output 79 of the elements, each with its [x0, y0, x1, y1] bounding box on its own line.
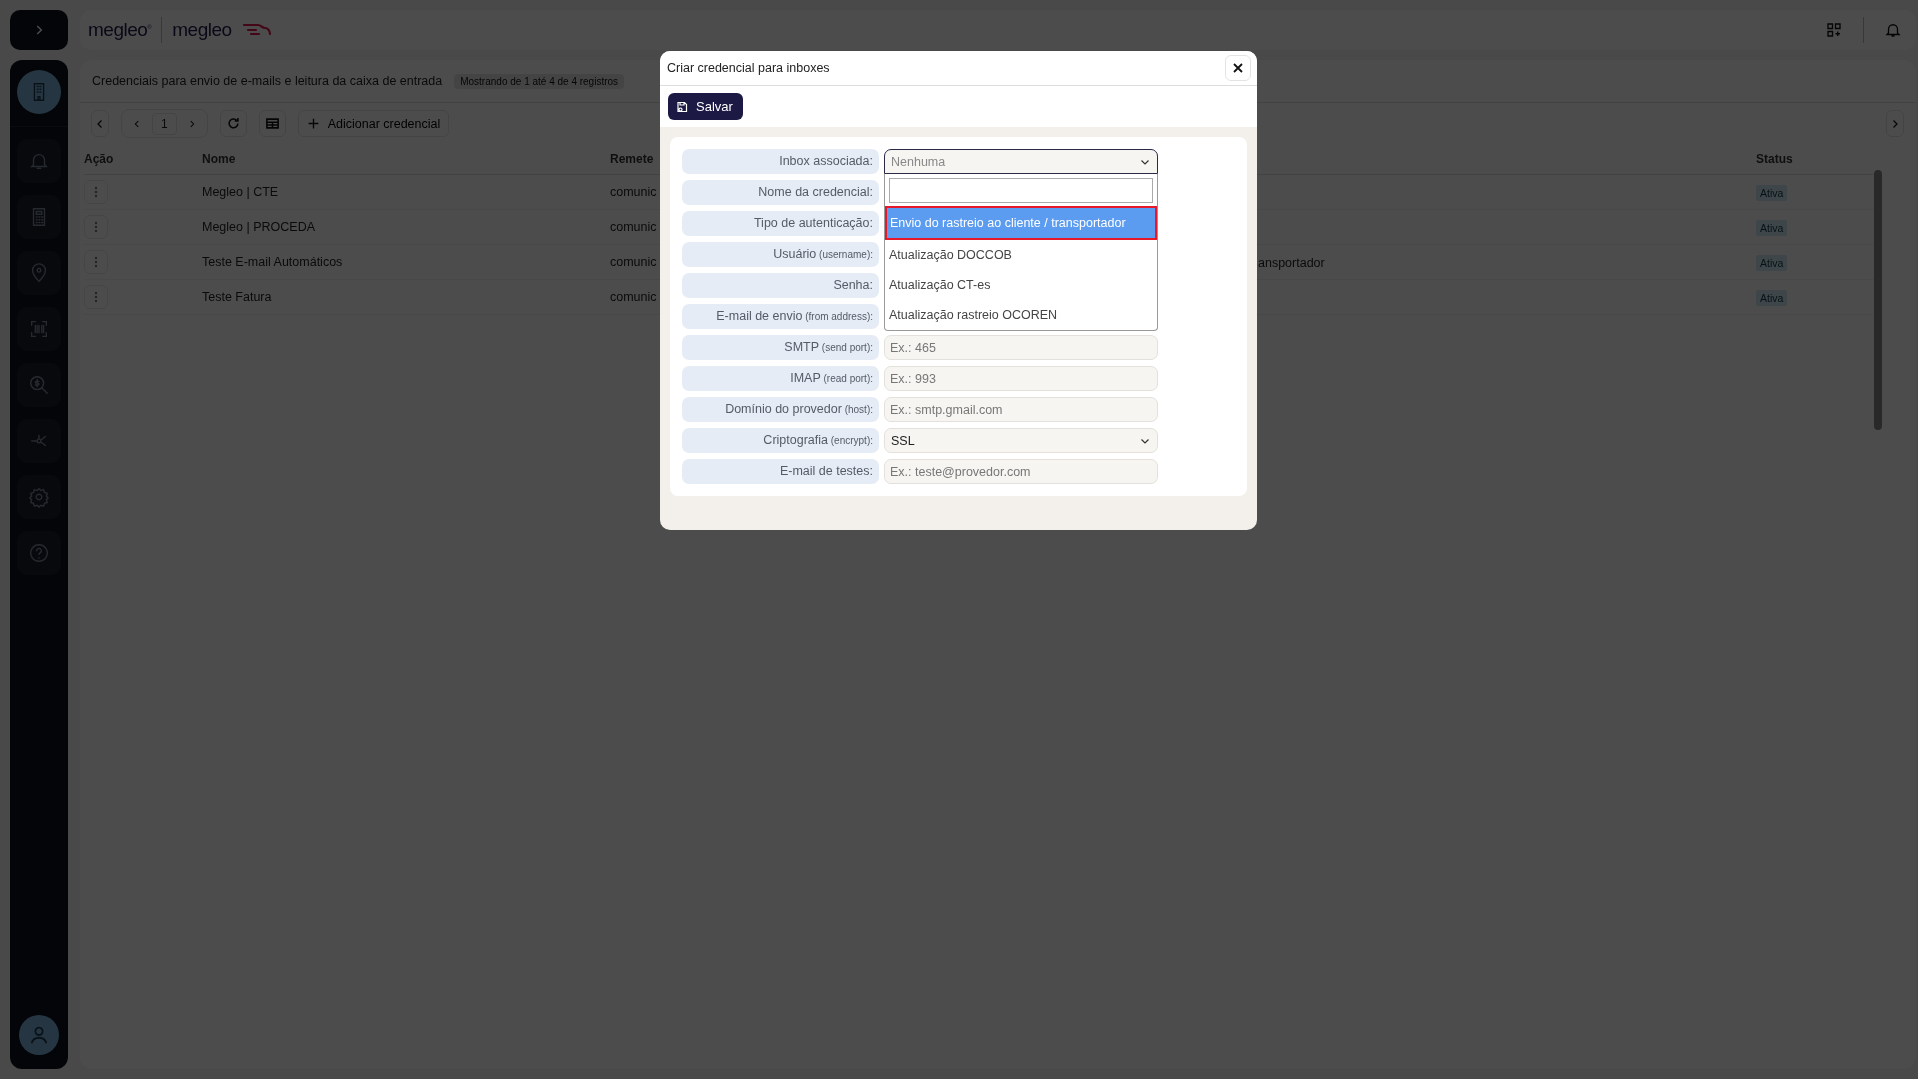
save-button[interactable]: Salvar — [668, 93, 743, 120]
dialog-title: Criar credencial para inboxes — [667, 61, 830, 75]
field-label: Nome da credencial: — [682, 180, 879, 205]
search-field[interactable] — [889, 178, 1153, 203]
kebab-icon — [94, 186, 98, 198]
user-icon — [28, 1024, 50, 1046]
close-button[interactable] — [1225, 55, 1251, 81]
brand-logo: megleo$^{®}$ — [88, 19, 152, 41]
status-tag: Ativa — [1756, 220, 1788, 236]
input-field[interactable]: Ex.: teste@provedor.com — [884, 459, 1158, 484]
dropdown-option[interactable]: Atualização rastreio OCOREN — [885, 300, 1157, 330]
column-header: Status — [1756, 152, 1794, 166]
column-header: Nome — [202, 152, 237, 166]
sidebar-toggle-button[interactable] — [10, 10, 68, 50]
kebab-icon — [94, 256, 98, 268]
sidebar-item[interactable] — [17, 139, 61, 183]
sidebar-item[interactable] — [17, 475, 61, 519]
column-header: Ação — [84, 152, 115, 166]
table-cell-text: comunic — [610, 220, 658, 234]
barcode-icon — [28, 318, 50, 340]
gear-icon — [28, 486, 50, 508]
sidebar-item[interactable] — [17, 363, 61, 407]
table-cell-text: Megleo | CTE — [202, 185, 280, 199]
record-count: Mostrando de 1 até 4 de 4 registros — [454, 73, 625, 89]
dropdown-option[interactable]: Atualização DOCCOB — [885, 240, 1157, 270]
table-icon — [264, 116, 280, 131]
status-tag: Ativa — [1756, 185, 1788, 201]
field-label: E-mail de testes: — [682, 459, 879, 484]
dropdown-option[interactable]: Atualização CT-es — [885, 270, 1157, 300]
refresh-button[interactable] — [219, 110, 247, 137]
row-menu-button[interactable] — [84, 180, 108, 204]
table-cell-text: comunic — [610, 290, 658, 304]
swoosh-icon — [241, 22, 272, 38]
row-menu-button[interactable] — [84, 250, 108, 274]
select-field[interactable]: SSL — [884, 428, 1158, 453]
apps-add-icon[interactable] — [1825, 21, 1843, 39]
table-cell: ansportador — [1258, 256, 1325, 270]
collapse-button[interactable] — [91, 110, 109, 137]
sidebar-item[interactable] — [17, 419, 61, 463]
sidebar-item[interactable] — [17, 251, 61, 295]
sidebar-item[interactable] — [17, 307, 61, 351]
sidebar-item[interactable] — [17, 70, 61, 114]
page-title: Credenciais para envio de e-mails e leitura da caixa de entrada — [92, 74, 443, 88]
input-field[interactable]: Ex.: 465 — [884, 335, 1158, 360]
table-cell-text: Teste E-mail Automáticos — [202, 255, 344, 269]
field-label: Domínio do provedor (host): — [682, 397, 879, 422]
field-label: SMTP (send port): — [682, 335, 879, 360]
field-label: IMAP (read port): — [682, 366, 879, 391]
field-label: Criptografia (encrypt): — [682, 428, 879, 453]
field-label: Inbox associada: — [682, 149, 879, 174]
plus-icon — [306, 117, 320, 130]
kebab-icon — [94, 221, 98, 233]
help-icon — [28, 542, 50, 564]
input-field[interactable]: Ex.: 993 — [884, 366, 1158, 391]
sidebar-item[interactable] — [17, 531, 61, 575]
refresh-icon — [225, 116, 241, 131]
kebab-icon — [94, 291, 98, 303]
close-icon — [1233, 63, 1243, 73]
product-logo: megleo — [172, 19, 232, 41]
money-search-icon — [28, 374, 50, 396]
table-cell-text: Teste Fatura — [202, 290, 273, 304]
table-view-button[interactable] — [258, 110, 286, 137]
expand-button[interactable] — [1886, 110, 1904, 137]
bell-icon[interactable] — [1884, 21, 1902, 39]
field-label: Tipo de autenticação: — [682, 211, 879, 236]
user-avatar[interactable] — [19, 1015, 59, 1055]
field-label: Usuário (username): — [682, 242, 879, 267]
row-menu-button[interactable] — [84, 215, 108, 239]
table-cell-text: Megleo | PROCEDA — [202, 220, 316, 234]
input-field[interactable]: Ex.: smtp.gmail.com — [884, 397, 1158, 422]
row-menu-button[interactable] — [84, 285, 108, 309]
field-label: E-mail de envio (from address): — [682, 304, 879, 329]
column-header: Remete — [610, 152, 655, 166]
status-tag: Ativa — [1756, 255, 1788, 271]
table-cell-text: comunic — [610, 185, 658, 199]
table-cell-text: comunic — [610, 255, 658, 269]
field-label: Senha: — [682, 273, 879, 298]
status-tag: Ativa — [1756, 290, 1788, 306]
sidebar-item[interactable] — [17, 195, 61, 239]
